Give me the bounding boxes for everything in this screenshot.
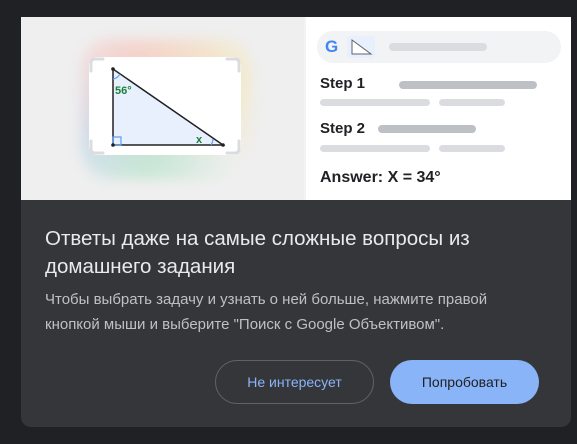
not-interested-button[interactable]: Не интересует xyxy=(215,360,374,404)
illustration-photo-panel: 56° x xyxy=(21,17,304,200)
step-2-label: Step 2 xyxy=(320,120,366,137)
angle-label: 56° xyxy=(115,85,132,97)
triangle-thumbnail-icon xyxy=(347,36,375,58)
step-1-label: Step 1 xyxy=(320,75,366,92)
dialog-title: Ответы даже на самые сложные вопросы из … xyxy=(45,227,470,278)
promo-illustration: 56° x G Step 1 Step 2 Answer: X = 34° xyxy=(21,17,571,200)
promo-card: 56° x G Step 1 Step 2 Answer: X = 34° От… xyxy=(21,17,571,427)
step-2-detail-line xyxy=(439,145,505,152)
dialog-description: Чтобы выбрать задачу и узнать о ней боль… xyxy=(45,291,488,333)
illustration-results-panel: G Step 1 Step 2 Answer: X = 34° xyxy=(306,17,571,200)
triangle-illustration: 56° x xyxy=(89,57,241,155)
step-2-detail-line xyxy=(320,145,430,152)
search-text-placeholder xyxy=(389,43,487,51)
answer-text: Answer: X = 34° xyxy=(320,169,441,186)
step-2-line xyxy=(378,125,476,133)
step-1-detail-line xyxy=(439,99,505,106)
step-1-detail-line xyxy=(320,99,430,106)
try-it-button[interactable]: Попробовать xyxy=(390,360,539,404)
google-logo-icon: G xyxy=(325,37,339,56)
illustration-search-bar: G xyxy=(317,31,561,63)
unknown-angle-label: x xyxy=(196,134,203,146)
step-1-line xyxy=(399,81,537,89)
